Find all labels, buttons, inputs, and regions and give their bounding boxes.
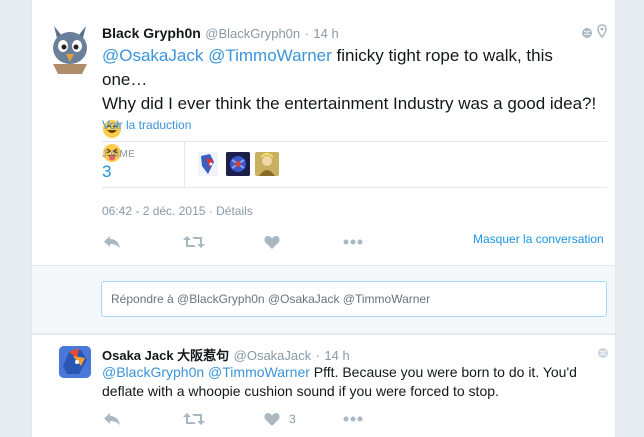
like-icon[interactable]: [264, 412, 280, 426]
more-icon[interactable]: [343, 239, 363, 245]
tweet-timestamp: 06:42 - 2 déc. 2015 · Détails: [102, 204, 253, 218]
likes-label: J'AIME: [102, 149, 136, 160]
reply-box-container: Répondre à @BlackGryph0n @OsakaJack @Tim…: [31, 265, 616, 333]
main-tweet-card: Black Gryph0n @BlackGryph0n · 14 h @Osak…: [31, 0, 616, 265]
stats-vertical-divider: [184, 141, 185, 187]
reply-author-handle[interactable]: @OsakaJack: [234, 348, 312, 363]
retweet-icon[interactable]: [183, 235, 205, 249]
globe-icon[interactable]: [581, 27, 593, 39]
reply-tweet-text: @BlackGryph0n @TimmoWarner Pfft. Because…: [102, 363, 602, 401]
reply-author-name[interactable]: Osaka Jack 大阪惹句: [102, 348, 229, 363]
stats-divider-bottom: [102, 187, 607, 188]
globe-icon[interactable]: [597, 347, 609, 359]
reply-icon[interactable]: [103, 412, 121, 426]
reply-text-line2: deflate with a whoopie cushion sound if …: [102, 383, 499, 399]
pony-avatar-icon: [59, 346, 91, 378]
mention-timmowarner[interactable]: @TimmoWarner: [208, 46, 332, 65]
timestamp-text[interactable]: 06:42 - 2 déc. 2015: [102, 204, 205, 218]
osaka-jack-avatar[interactable]: [59, 346, 91, 378]
more-icon[interactable]: [343, 416, 363, 422]
portrait-avatar-icon: [255, 152, 279, 176]
author-name[interactable]: Black Gryph0n: [102, 25, 201, 41]
tweet-header: Black Gryph0n @BlackGryph0n · 14 h: [102, 25, 339, 43]
pony-avatar-icon: [198, 152, 218, 176]
hide-conversation-link[interactable]: Masquer la conversation: [473, 232, 604, 246]
details-link[interactable]: Détails: [216, 204, 253, 218]
reply-like-count[interactable]: 3: [289, 412, 296, 426]
liker-avatar-1[interactable]: [198, 152, 218, 176]
separator-dot: ·: [315, 348, 320, 363]
retweet-icon[interactable]: [183, 412, 205, 426]
stats-divider-top: [102, 141, 607, 142]
mention-timmowarner[interactable]: @TimmoWarner: [208, 364, 310, 380]
separator-dot: ·: [304, 26, 309, 41]
translate-link[interactable]: Voir la traduction: [102, 118, 191, 132]
reply-tweet-card: Osaka Jack 大阪惹句 @OsakaJack · 14 h @Black…: [31, 334, 616, 437]
gryphon-avatar-icon: [46, 22, 94, 74]
liker-avatar-2[interactable]: [226, 152, 250, 176]
reply-input[interactable]: Répondre à @BlackGryph0n @OsakaJack @Tim…: [101, 281, 607, 317]
reply-tweet-time[interactable]: 14 h: [324, 348, 349, 363]
author-handle[interactable]: @BlackGryph0n: [205, 26, 300, 41]
tweet-text: @OsakaJack @TimmoWarner finicky tight ro…: [102, 44, 602, 164]
mention-osakajack[interactable]: @OsakaJack: [102, 46, 203, 65]
timestamp-separator: ·: [208, 204, 213, 218]
tweet-text-line2: Why did I ever think the entertainment I…: [102, 94, 597, 113]
location-icon[interactable]: [597, 24, 607, 38]
like-icon[interactable]: [264, 235, 280, 249]
likes-count[interactable]: 3: [102, 162, 111, 182]
tweet-time[interactable]: 14 h: [313, 26, 338, 41]
character-avatar-icon: [226, 152, 250, 176]
author-avatar[interactable]: [46, 22, 94, 74]
reply-text-line1: Pfft. Because you were born to do it. Yo…: [313, 364, 577, 380]
reply-tweet-header: Osaka Jack 大阪惹句 @OsakaJack · 14 h: [102, 345, 350, 365]
reply-placeholder: Répondre à @BlackGryph0n @OsakaJack @Tim…: [111, 292, 431, 306]
mention-blackgryph0n[interactable]: @BlackGryph0n: [102, 364, 204, 380]
liker-avatar-3[interactable]: [255, 152, 279, 176]
reply-icon[interactable]: [103, 235, 121, 249]
